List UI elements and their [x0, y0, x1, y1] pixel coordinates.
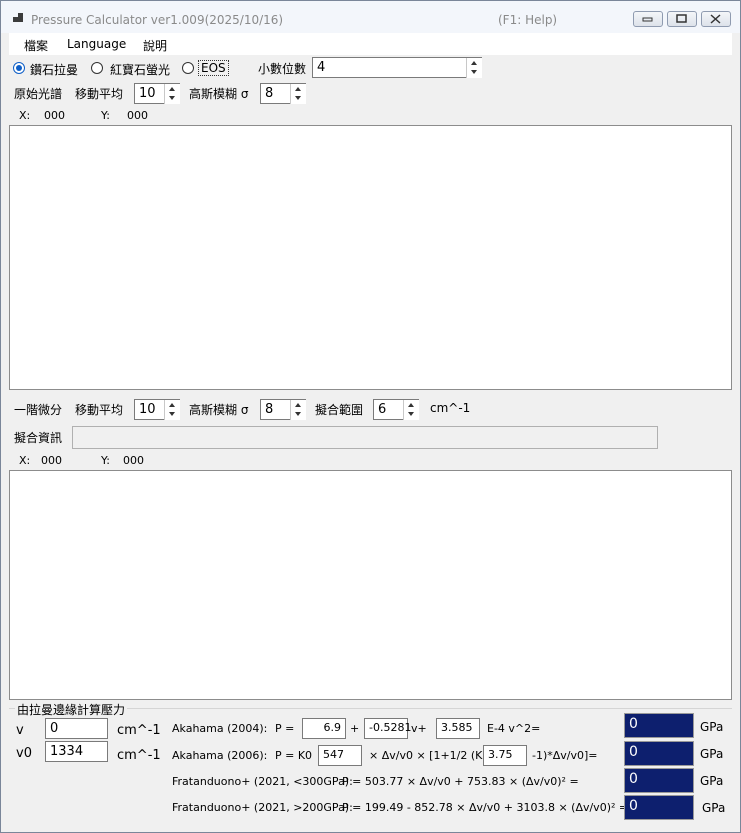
fit-range-spinner[interactable] [403, 399, 419, 420]
akahama2004-a-input[interactable]: 6.9 [302, 718, 346, 739]
akahama2004-vplus: v+ [411, 722, 427, 735]
fit-range-input[interactable]: 6 [373, 399, 404, 420]
maximize-icon [676, 14, 687, 23]
frat-low-unit: GPa [700, 774, 724, 788]
radio-eos[interactable] [182, 62, 194, 74]
v-label: v [16, 723, 24, 738]
akahama2004-tail: E-4 v^2= [487, 722, 541, 735]
akahama2004-b-input[interactable]: -0.5281 [364, 718, 411, 739]
v-input[interactable]: 0 [45, 718, 108, 739]
window-title: Pressure Calculator ver1.009(2025/10/16) [31, 13, 284, 27]
akahama2006-tail: -1)*Δv/v0]= [532, 749, 598, 762]
raw-moving-avg-input[interactable]: 10 [134, 83, 165, 104]
minimize-icon [642, 17, 653, 22]
deriv-y-value: 000 [123, 454, 144, 467]
akahama2006-unit: GPa [700, 747, 724, 761]
fit-range-unit: cm^-1 [430, 401, 471, 415]
v-unit: cm^-1 [117, 723, 161, 738]
menu-file[interactable]: 檔案 [24, 37, 48, 54]
akahama2006-k0p-input[interactable]: 3.75 [483, 745, 527, 766]
close-button[interactable] [701, 11, 731, 27]
raw-gauss-input[interactable]: 8 [260, 83, 291, 104]
akahama2006-name: Akahama (2006): [172, 749, 268, 762]
raw-moving-avg-spinner[interactable] [164, 83, 180, 104]
decimals-input[interactable]: 4 [312, 57, 467, 78]
frat-high-unit: GPa [702, 801, 726, 815]
akahama2006-mid: × Δv/v0 × [1+1/2 (K0' [369, 749, 493, 762]
v0-input[interactable]: 1334 [45, 741, 108, 762]
akahama2004-unit: GPa [700, 720, 724, 734]
radio-diamond-raman[interactable] [13, 62, 25, 74]
fit-range-label: 擬合範圍 [315, 403, 364, 417]
fit-info-label: 擬合資訊 [14, 431, 63, 445]
maximize-button[interactable] [667, 11, 697, 27]
decimals-label: 小數位數 [258, 62, 307, 76]
frat-high-formula: P = 199.49 - 852.78 × Δv/v0 + 3103.8 × (… [342, 801, 629, 814]
raw-moving-avg-label: 移動平均 [75, 87, 124, 101]
frat-high-name: Fratanduono+ (2021, >200GPa): [172, 801, 353, 814]
deriv-x-label: X: [19, 454, 31, 467]
raw-spectrum-label: 原始光譜 [14, 87, 63, 101]
close-icon [710, 14, 721, 24]
deriv-y-label: Y: [101, 454, 110, 467]
deriv-moving-avg-spinner[interactable] [164, 399, 180, 420]
akahama2006-p: P = K0 [275, 749, 313, 762]
raw-y-label: Y: [101, 109, 110, 122]
title-bar: Pressure Calculator ver1.009(2025/10/16)… [1, 1, 740, 33]
help-hint: (F1: Help) [498, 13, 558, 27]
akahama2006-k0-input[interactable]: 547 [318, 745, 362, 766]
fit-info-field [72, 426, 658, 449]
akahama2004-c-input[interactable]: 3.585 [436, 718, 480, 739]
derivative-label: 一階微分 [14, 403, 63, 417]
decimals-spinner[interactable] [466, 57, 482, 78]
derivative-plot[interactable] [9, 470, 732, 700]
pressure-group-title: 由拉曼邊緣計算壓力 [15, 701, 128, 718]
v0-label: v0 [16, 746, 32, 761]
frat-low-result: 0 [624, 768, 694, 793]
radio-diamond-raman-label[interactable]: 鑽石拉曼 [30, 61, 78, 78]
deriv-moving-avg-label: 移動平均 [75, 403, 124, 417]
app-window: Pressure Calculator ver1.009(2025/10/16)… [0, 0, 741, 833]
deriv-gauss-input[interactable]: 8 [260, 399, 291, 420]
akahama2004-result: 0 [624, 713, 694, 738]
v0-unit: cm^-1 [117, 748, 161, 763]
raw-spectrum-plot[interactable] [9, 125, 732, 390]
app-icon [13, 13, 23, 23]
deriv-gauss-spinner[interactable] [290, 399, 306, 420]
akahama2004-name: Akahama (2004): [172, 722, 268, 735]
frat-low-name: Fratanduono+ (2021, <300GPa): [172, 775, 353, 788]
frat-low-formula: P = 503.77 × Δv/v0 + 753.83 × (Δv/v0)² = [342, 775, 579, 788]
main-content: 鑽石拉曼 紅寶石螢光 EOS 小數位數 4 原始光譜 移動平均 10 高斯模糊 … [9, 55, 732, 825]
radio-eos-label[interactable]: EOS [198, 60, 229, 76]
akahama2004-p: P = [275, 722, 295, 735]
deriv-moving-avg-input[interactable]: 10 [134, 399, 165, 420]
raw-gauss-label: 高斯模糊 σ [189, 87, 249, 101]
radio-ruby-fluorescence[interactable] [91, 62, 103, 74]
raw-y-value: 000 [127, 109, 148, 122]
deriv-x-value: 000 [41, 454, 62, 467]
menu-bar: 檔案 Language 說明 [9, 33, 732, 55]
raw-x-value: 000 [44, 109, 65, 122]
menu-language[interactable]: Language [67, 37, 126, 51]
raw-x-label: X: [19, 109, 31, 122]
minimize-button[interactable] [633, 11, 663, 27]
deriv-gauss-label: 高斯模糊 σ [189, 403, 249, 417]
akahama2004-plus: + [350, 722, 360, 735]
menu-help[interactable]: 說明 [143, 37, 167, 54]
frat-high-result: 0 [624, 795, 694, 820]
raw-gauss-spinner[interactable] [290, 83, 306, 104]
radio-ruby-fluorescence-label[interactable]: 紅寶石螢光 [110, 61, 170, 78]
akahama2006-result: 0 [624, 741, 694, 766]
